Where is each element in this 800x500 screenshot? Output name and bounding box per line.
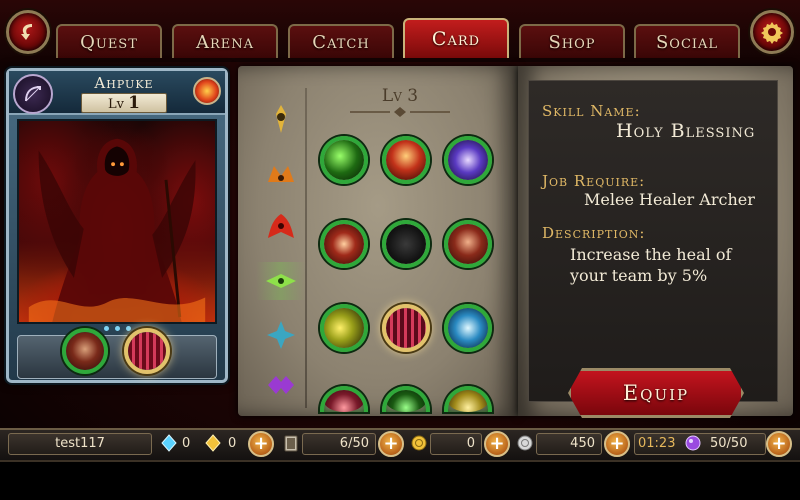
back-arrow-icon	[21, 24, 32, 40]
fire-icon	[193, 77, 221, 105]
card-skill-slot-2[interactable]	[124, 328, 170, 374]
skill-partial-3-icon	[448, 390, 488, 412]
player-name: test117	[8, 433, 152, 455]
buy-coins-button[interactable]: +	[484, 431, 510, 457]
skill-wind-icon	[448, 308, 488, 348]
skill-slot-2[interactable]	[382, 136, 430, 184]
skill-guard-icon	[448, 224, 488, 264]
description-value: Increase the heal of your team by 5%	[570, 245, 732, 285]
gold-gem-count: 0	[228, 436, 237, 451]
skill-slot-1[interactable]	[320, 136, 368, 184]
skill-slot-7[interactable]	[320, 304, 368, 352]
card-page-dots	[104, 326, 131, 331]
description-label: Description:	[542, 224, 646, 242]
card-level: Lv 1	[81, 93, 167, 113]
energy-orb-icon	[684, 434, 702, 452]
buy-energy-button[interactable]: +	[766, 431, 792, 457]
letterbox-bottom	[0, 462, 800, 500]
card-level-label: Lv	[108, 97, 124, 112]
skill-slot-4[interactable]	[320, 220, 368, 268]
energy-timer: 01:23	[638, 436, 676, 451]
blue-gem-icon	[160, 434, 178, 452]
equip-button[interactable]: Equip	[568, 368, 744, 418]
skill-slot-6[interactable]	[444, 220, 492, 268]
tab-quest[interactable]: Quest	[56, 24, 162, 58]
card-deck-icon	[282, 434, 298, 452]
shield-skill-icon	[66, 332, 104, 370]
card-name: Ahpuke	[94, 74, 154, 92]
holy-blessing-skill-icon	[128, 332, 166, 370]
card-level-value: 1	[128, 93, 140, 113]
skill-slot-8[interactable]	[382, 304, 430, 352]
buy-silver-button[interactable]: +	[604, 431, 630, 457]
skill-slot-5[interactable]	[382, 220, 430, 268]
skill-slot-9[interactable]	[444, 304, 492, 352]
skill-shadow-icon	[386, 224, 426, 264]
skill-green-slash-icon	[324, 140, 364, 180]
card-artwork	[17, 119, 217, 324]
skill-moon-icon	[324, 308, 364, 348]
job-6-icon[interactable]	[262, 366, 300, 404]
skill-tier-title: Lv 3	[381, 86, 419, 106]
skill-slot-3[interactable]	[444, 136, 492, 184]
tab-shop[interactable]: Shop	[519, 24, 625, 58]
energy-count: 50/50	[710, 436, 748, 451]
job-5-icon[interactable]	[262, 316, 300, 354]
skill-partial-1-icon	[324, 390, 364, 412]
tab-catch[interactable]: Catch	[288, 24, 394, 58]
settings-button[interactable]	[750, 10, 794, 54]
back-button[interactable]	[6, 10, 50, 54]
skill-name-label: Skill Name:	[542, 102, 641, 120]
ornament-divider	[350, 107, 450, 117]
skill-holy-blessing-icon	[386, 308, 426, 348]
game-screen: Quest Arena Catch Card Shop Social Ahpuk…	[0, 0, 800, 500]
tab-arena[interactable]: Arena	[172, 24, 278, 58]
job-require-value: Melee Healer Archer	[584, 190, 755, 209]
buy-card-slots-button[interactable]: +	[378, 431, 404, 457]
gold-gem-icon	[204, 434, 222, 452]
hero-card[interactable]: Ahpuke Lv 1	[6, 68, 228, 383]
blue-gem-count: 0	[182, 436, 191, 451]
tab-social[interactable]: Social	[634, 24, 740, 58]
skill-partial-2-icon	[386, 390, 426, 412]
job-3-icon[interactable]	[262, 208, 300, 246]
card-count: 6/50	[302, 433, 376, 455]
silver-count: 450	[536, 433, 602, 455]
card-skill-tray	[17, 335, 217, 379]
job-2-icon[interactable]	[262, 154, 300, 192]
job-1-icon[interactable]	[262, 100, 300, 138]
card-skill-slot-1[interactable]	[62, 328, 108, 374]
job-require-label: Job Require:	[542, 172, 646, 190]
gear-icon	[761, 22, 783, 44]
tab-card[interactable]: Card	[403, 18, 509, 58]
skill-arcane-icon	[448, 140, 488, 180]
bow-icon	[13, 74, 53, 114]
hooded-figure-image	[28, 138, 206, 322]
skill-burst-icon	[324, 224, 364, 264]
gold-coin-icon	[410, 434, 428, 452]
silver-coin-icon	[516, 434, 534, 452]
buy-gems-button[interactable]: +	[248, 431, 274, 457]
job-4-icon[interactable]	[256, 262, 306, 300]
skill-fire-fist-icon	[386, 140, 426, 180]
coin-count: 0	[430, 433, 482, 455]
skill-name-value: Holy Blessing	[616, 120, 756, 142]
page-divider	[305, 88, 307, 408]
